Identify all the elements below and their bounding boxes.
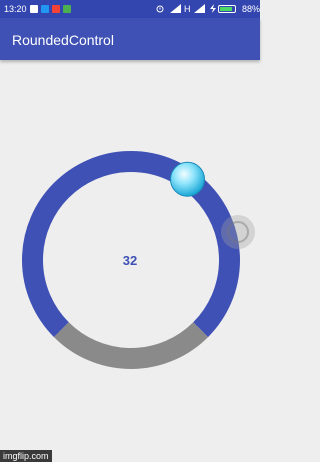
watermark: imgflip.com: [0, 450, 52, 462]
ghost-touch-indicator: [221, 215, 255, 249]
control-value: 32: [122, 253, 138, 268]
rounded-control[interactable]: [0, 0, 260, 462]
control-thumb[interactable]: [170, 161, 205, 197]
